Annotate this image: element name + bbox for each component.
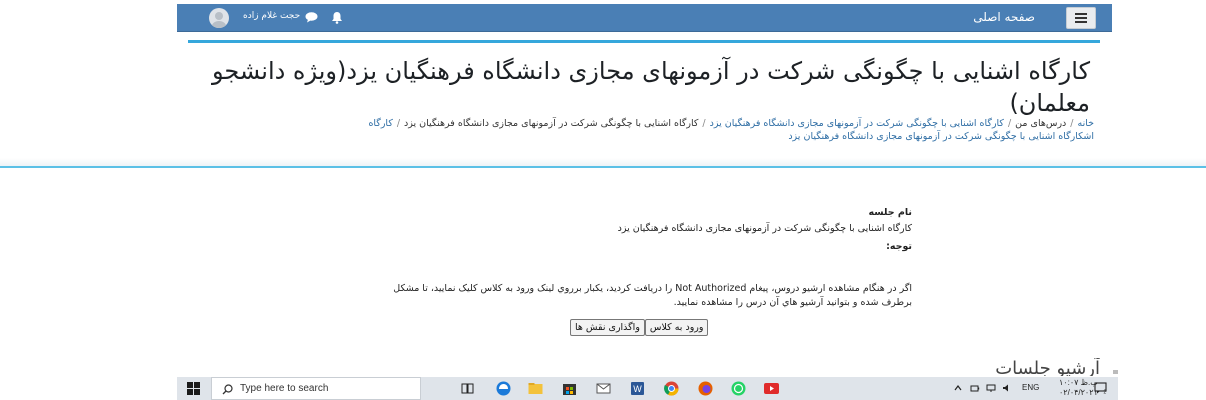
clock-date: ۰۲/۰۴/۲۰۲۱ — [1059, 388, 1098, 397]
bell-icon[interactable] — [331, 11, 343, 24]
svg-text:2: 2 — [1104, 390, 1107, 395]
screen: صفحه اصلی حجت غلام زاده کارگاه اشنایی با… — [0, 0, 1206, 400]
note-text: اگر در هنگام مشاهده ارشیو دروس، پیغام No… — [393, 283, 912, 308]
windows-taskbar: Type here to search W ENG ب.ظ ۱۰:۰۷ ۰۲/۰… — [177, 377, 1118, 400]
session-buttons: ورود به کلاس واگذاری نقش ها — [570, 319, 709, 336]
network-icon[interactable] — [986, 383, 996, 393]
breadcrumb-section[interactable]: کارگاه اشنایی با چگونگی شرکت در آزمونهای… — [404, 118, 698, 129]
input-language[interactable]: ENG — [1022, 383, 1039, 392]
system-tray: ENG ب.ظ ۱۰:۰۷ ۰۲/۰۴/۲۰۲۱ 2 — [177, 377, 1118, 400]
user-name[interactable]: حجت غلام زاده — [243, 11, 300, 21]
avatar[interactable] — [209, 8, 229, 28]
menu-toggle-button[interactable] — [1066, 7, 1096, 29]
top-navbar: صفحه اصلی حجت غلام زاده — [177, 4, 1112, 32]
clock-time: ب.ظ ۱۰:۰۷ — [1059, 378, 1098, 387]
session-name-value: کارگاه اشنایی با چگونگی شرکت در آزمونهای… — [617, 223, 912, 234]
chevron-up-icon[interactable] — [953, 383, 963, 393]
home-link[interactable]: صفحه اصلی — [973, 10, 1035, 24]
hamburger-icon — [1075, 13, 1087, 23]
breadcrumb: خانه/درس‌های من/کارگاه اشنایی با چگونگی … — [368, 118, 1094, 142]
breadcrumb-my-courses[interactable]: درس‌های من — [1015, 118, 1066, 129]
header-shadow — [0, 158, 1206, 166]
scrollbar-marker[interactable] — [1113, 370, 1118, 374]
page-title: کارگاه اشنایی با چگونگی شرکت در آزمونهای… — [211, 57, 1090, 117]
clock[interactable]: ب.ظ ۱۰:۰۷ ۰۲/۰۴/۲۰۲۱ — [1059, 378, 1098, 398]
page-header: کارگاه اشنایی با چگونگی شرکت در آزمونهای… — [188, 40, 1100, 158]
note-label: توجه: — [886, 241, 912, 252]
notification-icon[interactable]: 2 — [1094, 382, 1107, 394]
archive-heading: آرشیو جلسات — [995, 358, 1100, 376]
breadcrumb-course[interactable]: کارگاه اشنایی با چگونگی شرکت در آزمونهای… — [710, 118, 1004, 129]
enter-class-button[interactable]: ورود به کلاس — [644, 319, 709, 336]
assign-roles-button[interactable]: واگذاری نقش ها — [570, 319, 645, 336]
user-avatar-icon — [212, 12, 226, 28]
chat-icon[interactable] — [305, 12, 318, 23]
breadcrumb-home[interactable]: خانه — [1077, 118, 1094, 129]
battery-icon[interactable] — [970, 383, 980, 393]
session-name-label: نام جلسه — [868, 207, 912, 218]
header-divider — [0, 166, 1206, 168]
volume-icon[interactable] — [1002, 383, 1012, 393]
